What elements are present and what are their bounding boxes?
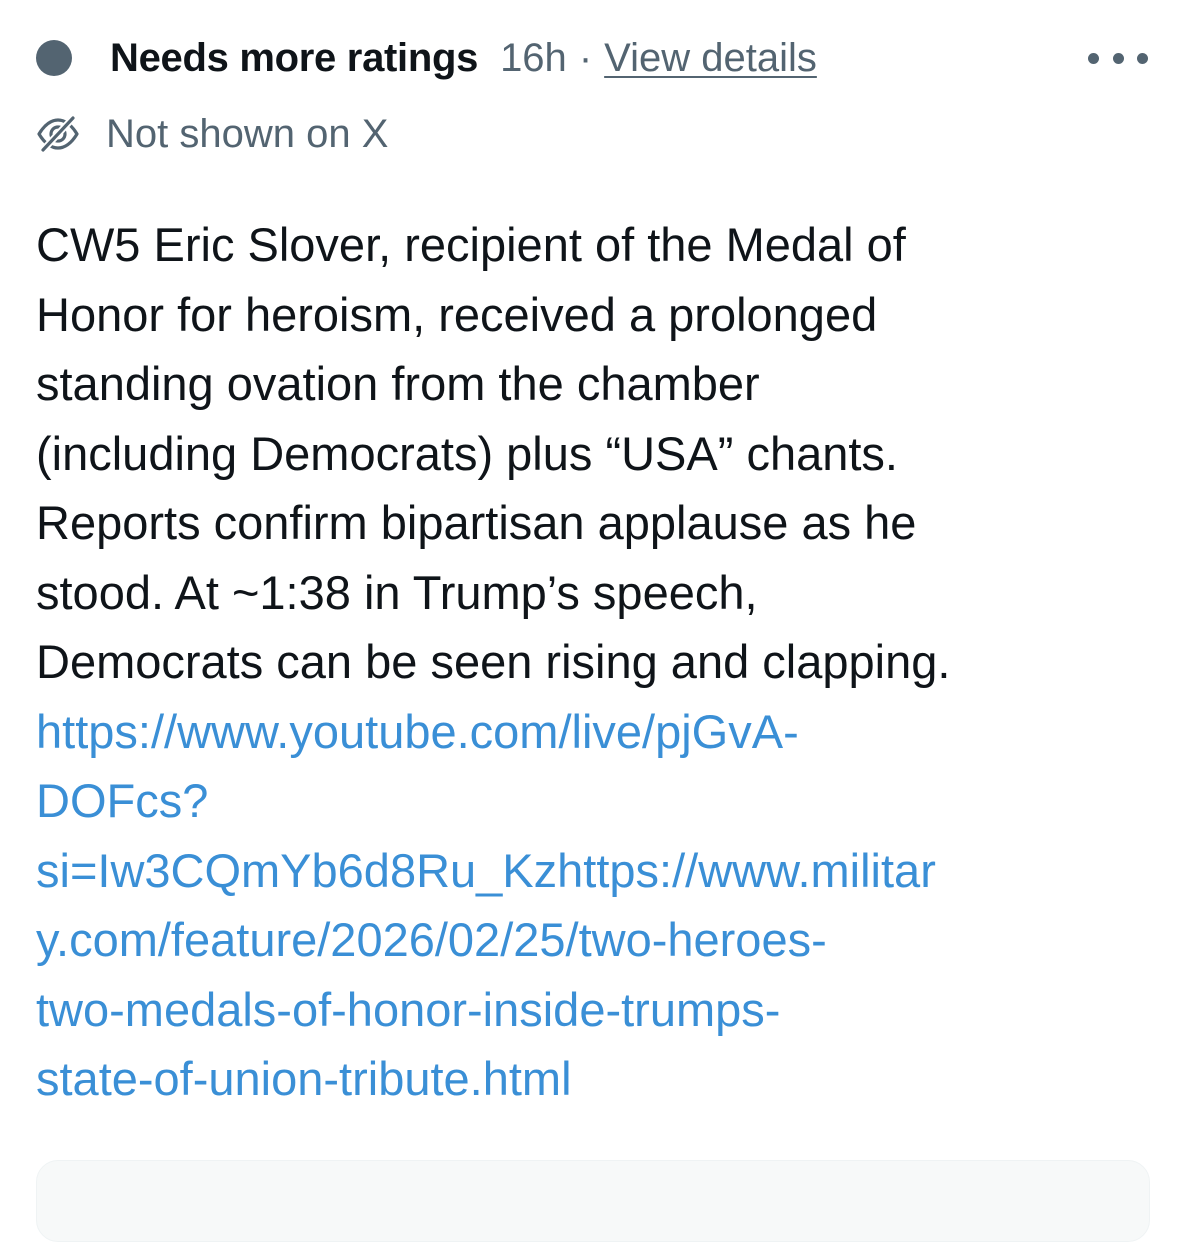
visibility-row: Not shown on X [36,106,388,162]
status-label: Needs more ratings [110,35,479,80]
ellipsis-icon [1112,52,1124,64]
note-text-line: standing ovation from the chamber [36,357,760,410]
community-note-card: Needs more ratings 16h · View details No… [0,0,1184,1242]
note-text-line: stood. At ~1:38 in Trump’s speech, [36,565,758,619]
timestamp: 16h [500,35,567,80]
separator: · [578,35,593,80]
source-link[interactable]: two-medals-of-honor-inside-trumps- [36,975,1156,1045]
note-text-line: (including Democrats) plus “USA” chants. [36,426,898,480]
note-text-line: CW5 Eric Slover, recipient of the Medal … [36,218,906,271]
rating-panel [36,1160,1150,1242]
note-text-line: Reports confirm bipartisan applause as h… [36,496,917,549]
source-link[interactable]: y.com/feature/2026/02/25/two-heroes- [36,905,1156,975]
visibility-label: Not shown on X [106,111,389,156]
ellipsis-icon [1137,52,1148,64]
note-text-line: Democrats can be seen rising and clappin… [36,635,951,688]
source-link[interactable]: DOFcs? [36,766,1156,836]
note-text-line: Honor for heroism, received a prolonged [36,287,878,341]
more-options-button[interactable] [1088,36,1148,80]
view-details-link[interactable]: View details [604,36,817,81]
eye-slash-icon [37,116,79,152]
note-body: CW5 Eric Slover, recipient of the Medal … [36,210,1156,1114]
note-status-row: Needs more ratings 16h · View details [36,28,1148,88]
source-link[interactable]: state-of-union-tribute.html [36,1044,1156,1114]
status-dot-icon [36,40,72,76]
source-link[interactable]: https://www.youtube.com/live/pjGvA- [36,697,1156,767]
ellipsis-icon [1088,52,1099,64]
source-link[interactable]: si=Iw3CQmYb6d8Ru_Kzhttps://www.militar [36,836,1156,906]
